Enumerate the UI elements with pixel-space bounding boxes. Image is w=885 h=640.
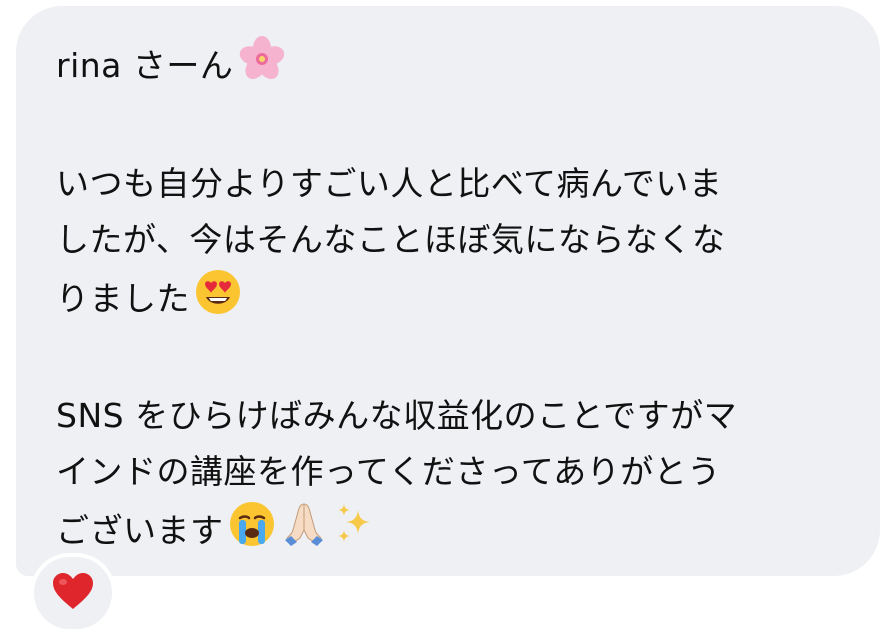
- paragraph-1-line-3-text: りました: [56, 279, 190, 318]
- paragraph-1-line-1: いつも自分よりすごい人と比べて病んでいま: [56, 164, 723, 203]
- paragraph-2-line-3: ございます: [56, 500, 842, 565]
- message-bubble[interactable]: rina さーん いつも自分よりすごい人と比べて病んでいま したが、今はそんなこ…: [16, 6, 880, 576]
- greeting-text: rina さーん: [56, 46, 234, 85]
- paragraph-1-line-2: したが、今はそんなことほぼ気にならなくな: [56, 220, 726, 259]
- red-heart-icon: [51, 571, 95, 615]
- paragraph-1-line-3: りました: [56, 268, 842, 333]
- paragraph-2-line-3-text: ございます: [56, 511, 224, 550]
- sparkles-icon: [332, 500, 380, 565]
- folded-hands-icon: [280, 500, 328, 565]
- paragraph-2-line-2: インドの講座を作ってくださってありがとう: [56, 452, 721, 491]
- loudly-crying-face-icon: [228, 500, 276, 565]
- heart-eyes-face-icon: [194, 268, 242, 333]
- paragraph-2-line-1: SNS をひらけばみんな収益化のことですがマ: [56, 396, 738, 435]
- cherry-blossom-icon: [237, 34, 287, 101]
- heart-reaction[interactable]: [30, 553, 116, 633]
- greeting-line: rina さーん: [56, 34, 842, 101]
